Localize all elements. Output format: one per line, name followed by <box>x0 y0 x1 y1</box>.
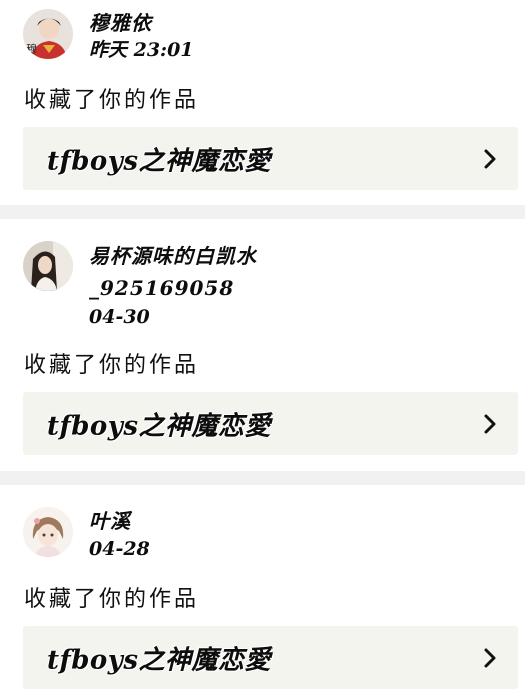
user-name[interactable]: 穆雅依 <box>89 11 152 35</box>
timestamp: 04-28 <box>89 538 150 560</box>
user-name-line-1[interactable]: 易杯源味的白凯水 <box>89 243 257 270</box>
notification-item: 易杯源味的白凯水 _925169058 04-30 收藏了你的作品 tfboys… <box>0 219 525 471</box>
avatar-anime-girl-image <box>23 507 73 557</box>
work-title: tfboys之神魔恋愛 <box>47 411 271 441</box>
avatar-dark-hair-image <box>23 241 73 291</box>
notification-feed: 穆 穆雅依 昨天 23:01 收藏了你的作品 tfboys之神魔恋愛 易杯源味的… <box>0 0 525 689</box>
action-text: 收藏了你的作品 <box>24 587 200 612</box>
work-title: tfboys之神魔恋愛 <box>47 645 271 675</box>
notification-item: 叶溪 04-28 收藏了你的作品 tfboys之神魔恋愛 <box>0 485 525 689</box>
work-card[interactable]: tfboys之神魔恋愛 <box>23 392 518 455</box>
section-divider <box>0 205 525 219</box>
work-title: tfboys之神魔恋愛 <box>47 146 271 176</box>
user-name[interactable]: 叶溪 <box>89 509 131 533</box>
timestamp: 昨天 23:01 <box>89 39 194 61</box>
work-card[interactable]: tfboys之神魔恋愛 <box>23 127 518 190</box>
work-card[interactable]: tfboys之神魔恋愛 <box>23 626 518 689</box>
avatar[interactable] <box>23 241 73 291</box>
section-divider <box>0 471 525 485</box>
action-text: 收藏了你的作品 <box>24 88 200 113</box>
chevron-right-icon <box>482 148 498 170</box>
timestamp: 04-30 <box>89 306 150 328</box>
chevron-right-icon <box>482 647 498 669</box>
svg-text:穆: 穆 <box>26 42 37 56</box>
action-text: 收藏了你的作品 <box>24 353 200 378</box>
avatar[interactable]: 穆 <box>23 9 73 59</box>
avatar-red-costume-image: 穆 <box>23 9 73 59</box>
user-name-line-2[interactable]: _925169058 <box>89 275 234 302</box>
avatar[interactable] <box>23 507 73 557</box>
chevron-right-icon <box>482 413 498 435</box>
notification-item: 穆 穆雅依 昨天 23:01 收藏了你的作品 tfboys之神魔恋愛 <box>0 0 525 205</box>
